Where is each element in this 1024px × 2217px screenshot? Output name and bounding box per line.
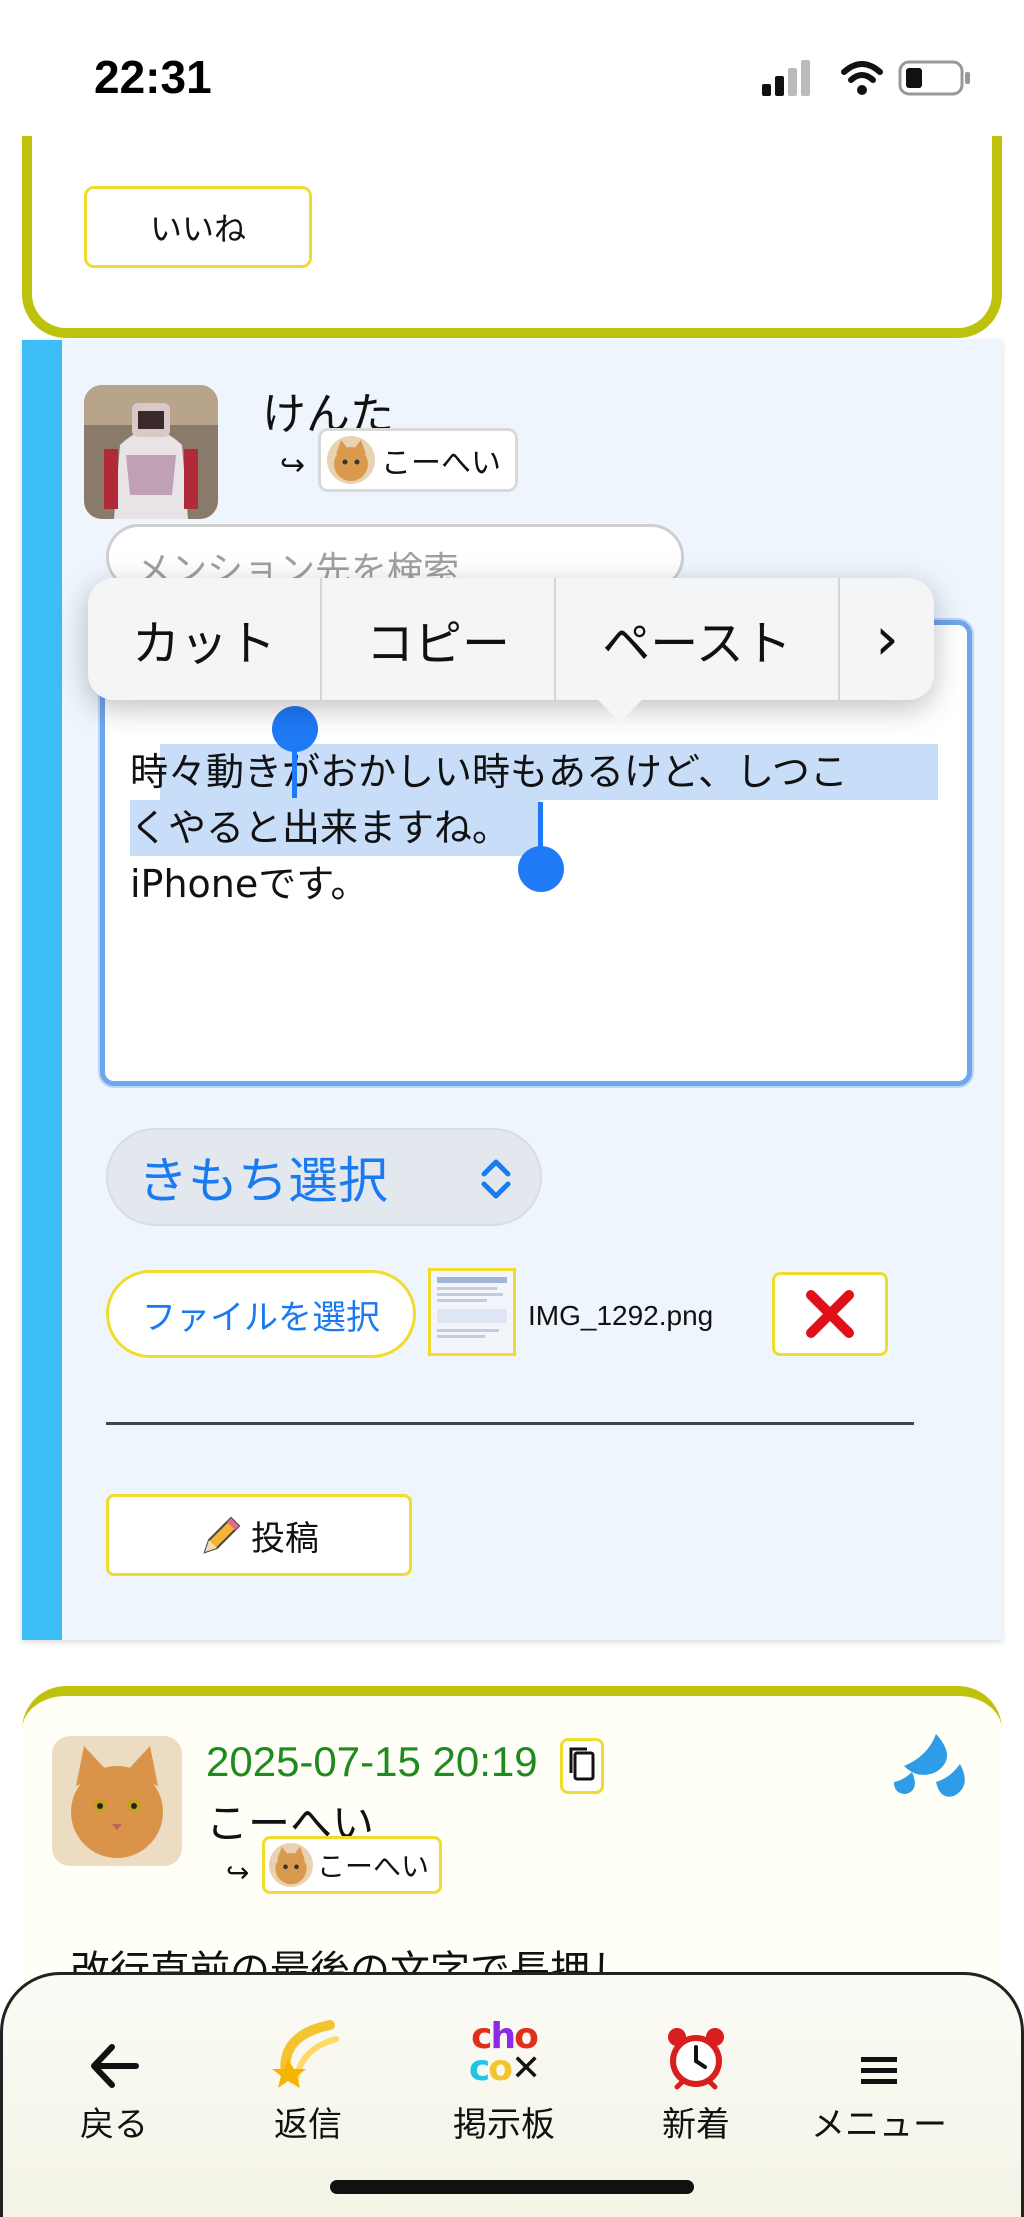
nav-new[interactable]: 新着 bbox=[611, 2015, 781, 2146]
post-author-avatar bbox=[52, 1736, 182, 1866]
post-date: 2025-07-15 20:19 bbox=[206, 1738, 538, 1785]
sweat-drops-icon bbox=[894, 1734, 965, 1797]
menu-cut[interactable]: カット bbox=[88, 578, 322, 700]
like-button[interactable]: いいね bbox=[84, 186, 312, 268]
up-down-chevron-icon bbox=[481, 1159, 511, 1199]
reply-to-chip[interactable]: こーへい bbox=[262, 1836, 443, 1894]
nav-menu[interactable]: メニュー bbox=[791, 2015, 967, 2146]
file-thumbnail bbox=[428, 1268, 516, 1356]
status-bar: 22:31 bbox=[0, 0, 1024, 136]
back-arrow-icon bbox=[91, 2044, 139, 2088]
copy-button[interactable] bbox=[560, 1738, 604, 1794]
selection-start-caret bbox=[292, 736, 297, 798]
alarm-clock-icon bbox=[668, 2028, 724, 2090]
text-line1-selected: がおかしい時もあるけど、しつこ bbox=[282, 750, 848, 794]
text-line2-selected: くやると出来ますね。 bbox=[130, 806, 511, 850]
text-edit-menu: カット コピー ペースト › bbox=[88, 578, 934, 722]
nav-menu-label: メニュー bbox=[811, 2105, 947, 2145]
reply-arrow-icon: ↪ bbox=[226, 1856, 250, 1889]
choose-file-button[interactable]: ファイルを選択 bbox=[106, 1270, 416, 1358]
close-icon bbox=[806, 1290, 854, 1338]
nav-board-label: 掲示板 bbox=[453, 2105, 555, 2145]
signal-icon bbox=[762, 60, 810, 96]
menu-more-chevron-icon[interactable]: › bbox=[840, 578, 934, 700]
menu-paste[interactable]: ペースト bbox=[556, 578, 840, 700]
mention-chip-name: こーへい bbox=[381, 446, 501, 481]
copy-icon bbox=[569, 1747, 595, 1781]
cat-avatar-icon bbox=[327, 436, 375, 484]
nav-board[interactable]: cho co✕ 掲示板 bbox=[419, 2015, 589, 2146]
reply-to-name: こーへい bbox=[317, 1850, 430, 1883]
text-line1-unselected: 時々動き bbox=[130, 750, 283, 794]
file-name: IMG_1292.png bbox=[528, 1300, 714, 1331]
nav-reply[interactable]: 返信 bbox=[223, 2015, 393, 2146]
menu-copy[interactable]: コピー bbox=[322, 578, 556, 700]
reply-arrow-icon: ↪ bbox=[280, 448, 306, 483]
cat-avatar-icon bbox=[269, 1843, 313, 1887]
pencil-icon bbox=[203, 1516, 241, 1554]
author-avatar bbox=[84, 385, 218, 519]
status-icons bbox=[762, 60, 970, 96]
remove-file-button[interactable] bbox=[772, 1272, 888, 1356]
battery-icon bbox=[898, 60, 970, 96]
post-button-label: 投稿 bbox=[251, 1519, 319, 1558]
post-button[interactable]: 投稿 bbox=[106, 1494, 412, 1576]
shooting-star-icon bbox=[272, 2020, 339, 2088]
divider bbox=[106, 1422, 914, 1425]
mention-chip[interactable]: こーへい bbox=[318, 428, 518, 492]
status-time: 22:31 bbox=[94, 51, 212, 103]
nav-new-label: 新着 bbox=[662, 2105, 730, 2145]
nav-reply-label: 返信 bbox=[274, 2105, 342, 2145]
choco-logo-icon-bottom: co✕ bbox=[468, 2048, 541, 2089]
selection-end-handle[interactable] bbox=[518, 846, 564, 892]
nav-back[interactable]: 戻る bbox=[29, 2015, 199, 2146]
wifi-icon bbox=[841, 61, 883, 95]
mood-select-label: きもち選択 bbox=[138, 1152, 388, 1210]
home-indicator[interactable] bbox=[330, 2180, 694, 2194]
mood-select[interactable]: きもち選択 bbox=[106, 1128, 542, 1226]
nav-back-label: 戻る bbox=[80, 2105, 148, 2145]
hamburger-icon bbox=[861, 2057, 897, 2084]
